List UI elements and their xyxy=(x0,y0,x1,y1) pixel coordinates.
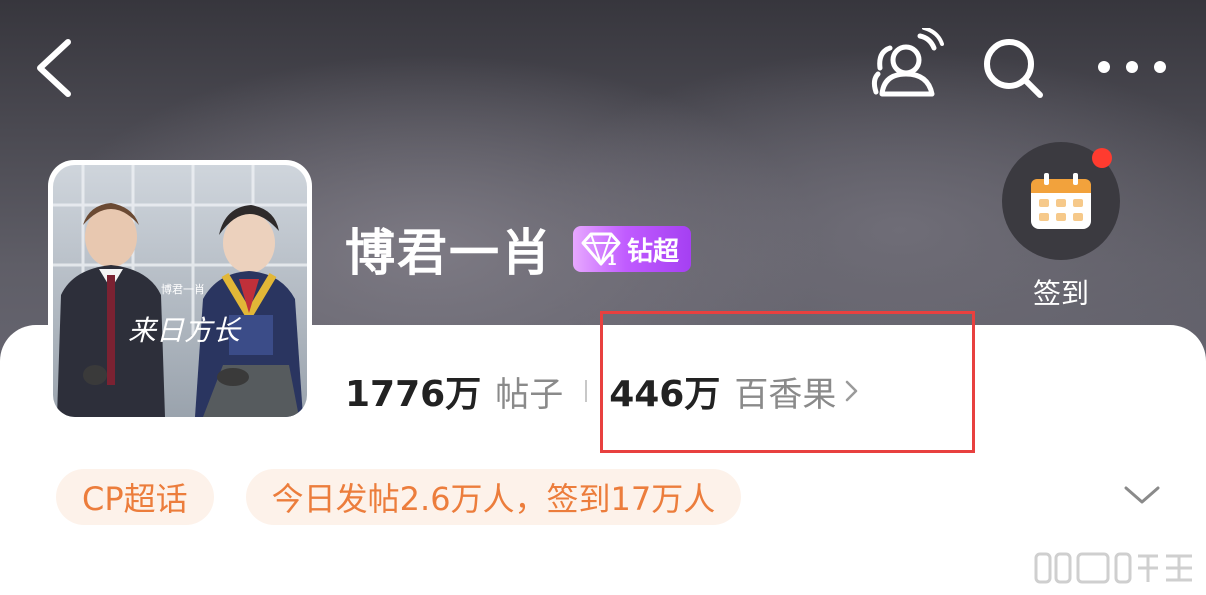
topic-title-row: 博君一肖 1 钻超 xyxy=(345,213,692,285)
chevron-right-icon xyxy=(846,380,858,402)
tag-cp-topic[interactable]: CP超话 xyxy=(56,469,214,525)
avatar-image: 来日方长 博君一肖 xyxy=(53,165,307,417)
avatar-overlay-text: 来日方长 xyxy=(128,314,242,347)
back-chevron-icon xyxy=(37,39,71,97)
fans-count: 446万 xyxy=(609,374,721,415)
checkin-label: 签到 xyxy=(1032,277,1089,310)
stats-divider xyxy=(585,380,588,402)
calendar-icon xyxy=(1031,173,1091,229)
back-button[interactable] xyxy=(28,32,88,104)
tag-row: CP超话 今日发帖2.6万人，签到17万人 xyxy=(56,469,742,525)
svg-text:1: 1 xyxy=(607,253,617,267)
search-button[interactable] xyxy=(978,34,1048,102)
tag-daily-activity[interactable]: 今日发帖2.6万人，签到17万人 xyxy=(245,469,742,525)
topic-avatar[interactable]: 来日方长 博君一肖 xyxy=(48,160,312,422)
diamond-icon: 1 xyxy=(581,232,621,267)
weibo-logo-icon xyxy=(1034,552,1192,584)
more-button[interactable] xyxy=(1092,50,1172,84)
rank-badge[interactable]: 1 钻超 xyxy=(573,226,692,272)
more-icon xyxy=(1098,61,1166,73)
chevron-down-icon xyxy=(1124,486,1160,504)
topic-title: 博君一肖 xyxy=(345,224,553,282)
fans-link[interactable]: 446万 百香果 xyxy=(609,365,860,417)
fans-label: 百香果 xyxy=(734,374,837,415)
svg-text:博君一肖: 博君一肖 xyxy=(161,282,205,296)
expand-button[interactable] xyxy=(1120,478,1164,512)
posts-label: 帖子 xyxy=(495,374,564,415)
rank-badge-label: 钻超 xyxy=(627,236,680,267)
notification-dot xyxy=(1092,148,1112,168)
weibo-watermark xyxy=(1032,548,1198,588)
stats-row: 1776万 帖子 446万 百香果 xyxy=(345,363,860,419)
posts-count: 1776万 xyxy=(345,374,482,415)
search-icon xyxy=(984,39,1043,98)
friends-icon xyxy=(871,26,944,97)
friends-button[interactable] xyxy=(868,26,946,102)
checkin-button[interactable]: 签到 xyxy=(1002,142,1122,312)
